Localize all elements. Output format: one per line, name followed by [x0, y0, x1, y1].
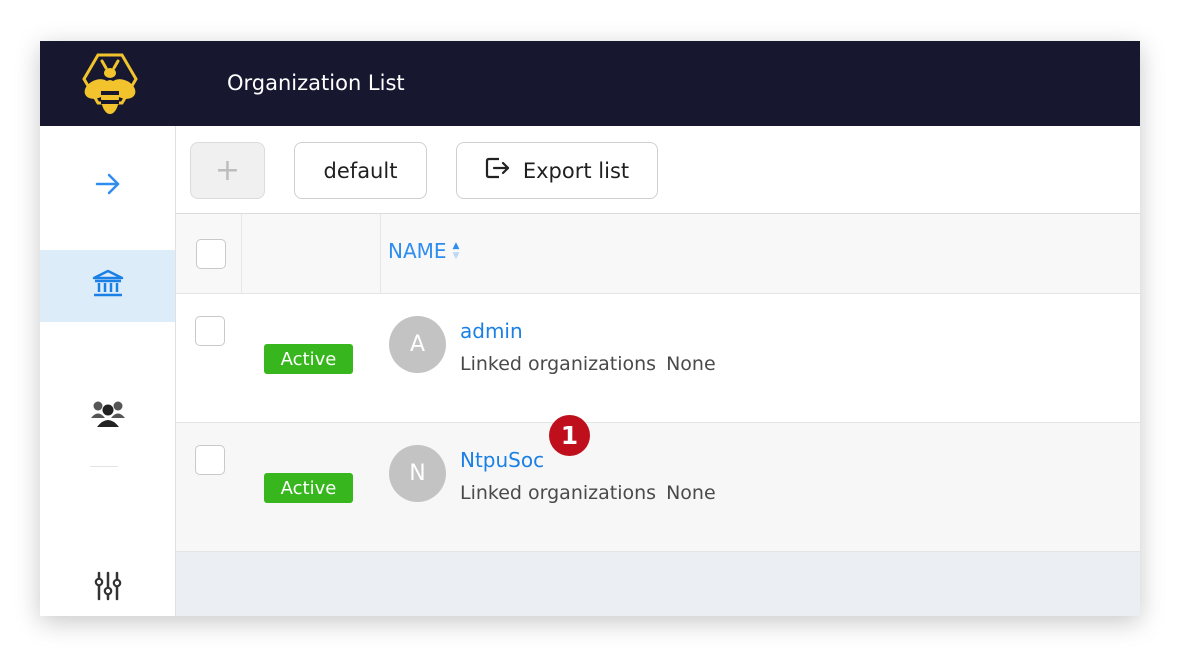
row-checkbox[interactable]: [195, 445, 225, 475]
arrow-right-icon: [94, 172, 122, 200]
avatar: N: [389, 445, 446, 502]
sidebar-divider: [90, 466, 118, 467]
row-checkbox[interactable]: [195, 316, 225, 346]
page-title: Organization List: [227, 71, 405, 95]
sidebar: [40, 126, 176, 616]
top-bar: Organization List: [40, 41, 1140, 126]
table-row: Active A admin Linked organizations None: [176, 294, 1140, 423]
sliders-icon: [93, 571, 123, 605]
default-button[interactable]: default: [294, 142, 427, 199]
name-column-header[interactable]: NAME ▲ ▼: [388, 239, 459, 263]
sidebar-item-expand[interactable]: [40, 150, 175, 222]
table-row: Active N NtpuSoc Linked organizations Non…: [176, 423, 1140, 552]
export-icon: [485, 156, 511, 185]
linked-label: Linked organizations: [460, 353, 657, 375]
status-badge: Active: [264, 473, 353, 503]
export-list-button[interactable]: Export list: [456, 142, 658, 199]
name-header-label: NAME: [388, 239, 447, 263]
linked-value: None: [666, 482, 716, 504]
linked-organizations: Linked organizations None: [460, 351, 716, 377]
main-content: + default Export list NAME ▲ ▼ Active A …: [176, 126, 1140, 616]
sidebar-item-settings[interactable]: [40, 552, 175, 616]
column-divider: [241, 214, 242, 294]
select-all-checkbox[interactable]: [196, 239, 226, 269]
linked-organizations: Linked organizations None: [460, 480, 716, 506]
toolbar: + default Export list: [176, 126, 1140, 214]
bank-icon: [92, 269, 124, 303]
sort-icon[interactable]: ▲ ▼: [453, 241, 460, 261]
org-name-link[interactable]: NtpuSoc: [460, 447, 544, 473]
column-divider: [380, 214, 381, 294]
table-header: NAME ▲ ▼: [176, 214, 1140, 294]
export-label: Export list: [522, 158, 630, 183]
status-badge: Active: [264, 344, 353, 374]
app-window: Organization List + default Export list …: [40, 41, 1140, 616]
linked-value: None: [666, 353, 716, 375]
avatar: A: [389, 316, 446, 373]
sidebar-item-organizations[interactable]: [40, 250, 175, 322]
users-icon: [90, 398, 126, 432]
annotation-marker: 1: [549, 415, 590, 456]
sidebar-item-users[interactable]: [40, 379, 175, 451]
bee-logo-icon[interactable]: [80, 53, 140, 117]
linked-label: Linked organizations: [460, 482, 657, 504]
org-name-link[interactable]: admin: [460, 318, 523, 344]
add-button[interactable]: +: [190, 142, 265, 199]
